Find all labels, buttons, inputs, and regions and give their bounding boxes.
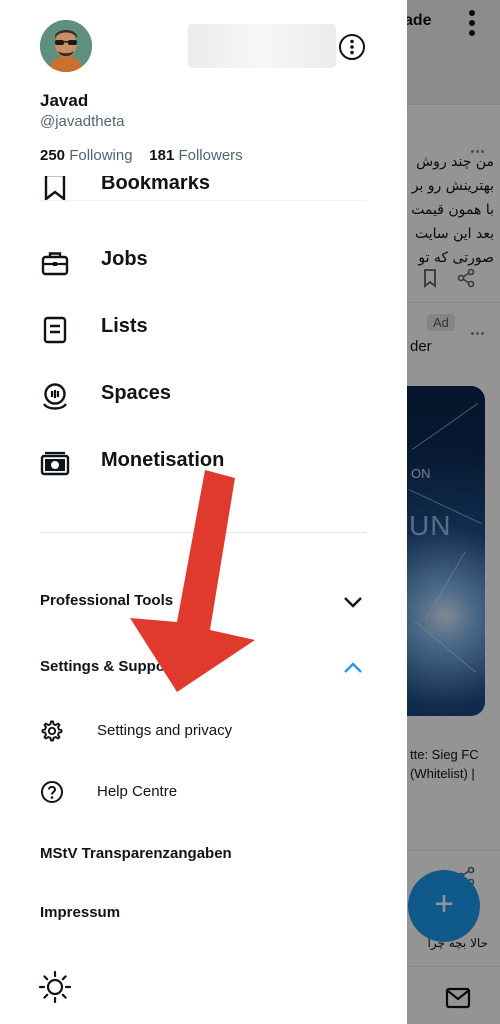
menu-item-spaces[interactable]: Spaces (0, 368, 407, 424)
red-arrow-annotation (130, 470, 255, 692)
menu-item-label: Spaces (101, 382, 172, 404)
follow-stats: 250 Following 181 Followers (40, 147, 243, 164)
following-count: 250 (40, 147, 66, 164)
bookmark-icon (44, 176, 66, 202)
menu-item-jobs[interactable]: Jobs (0, 234, 407, 290)
user-handle: @javadtheta (40, 113, 125, 130)
following-link[interactable]: 250 Following (40, 147, 137, 164)
menu-item-bookmarks[interactable]: Bookmarks (0, 176, 407, 214)
chevron-down-icon (344, 597, 362, 608)
drawer-menu: Bookmarks Jobs Lists Spaces Monetisation (0, 176, 407, 516)
followers-count: 181 (149, 147, 175, 164)
navigation-drawer: Javad @javadtheta 250 Following 181 Foll… (0, 0, 407, 1024)
blurred-region (188, 24, 336, 68)
sun-icon[interactable] (38, 970, 72, 1004)
list-icon (43, 316, 67, 344)
menu-item-label: Lists (101, 315, 148, 337)
more-options-icon[interactable] (338, 33, 366, 61)
display-name[interactable]: Javad (40, 91, 88, 111)
briefcase-icon (41, 252, 69, 276)
chevron-up-icon (344, 662, 362, 673)
followers-label: Followers (178, 147, 243, 164)
settings-item-label: Help Centre (97, 783, 178, 800)
gear-icon (41, 720, 63, 742)
menu-item-label: Bookmarks (101, 176, 210, 194)
help-centre-item[interactable]: Help Centre (0, 770, 407, 814)
impressum-link[interactable]: Impressum (40, 904, 120, 921)
settings-and-privacy-item[interactable]: Settings and privacy (0, 709, 407, 753)
settings-item-label: Settings and privacy (97, 722, 233, 739)
menu-item-lists[interactable]: Lists (0, 301, 407, 357)
menu-item-label: Monetisation (101, 449, 225, 471)
avatar[interactable] (40, 20, 92, 72)
help-icon (41, 781, 63, 803)
money-icon (40, 451, 70, 476)
divider (40, 200, 366, 201)
menu-item-label: Jobs (101, 248, 148, 270)
profile-photo-icon (40, 20, 92, 72)
mstv-transparency-link[interactable]: MStV Transparenzangaben (40, 845, 232, 862)
following-label: Following (69, 147, 133, 164)
followers-link[interactable]: 181 Followers (149, 147, 242, 164)
spaces-mic-icon (43, 383, 67, 410)
